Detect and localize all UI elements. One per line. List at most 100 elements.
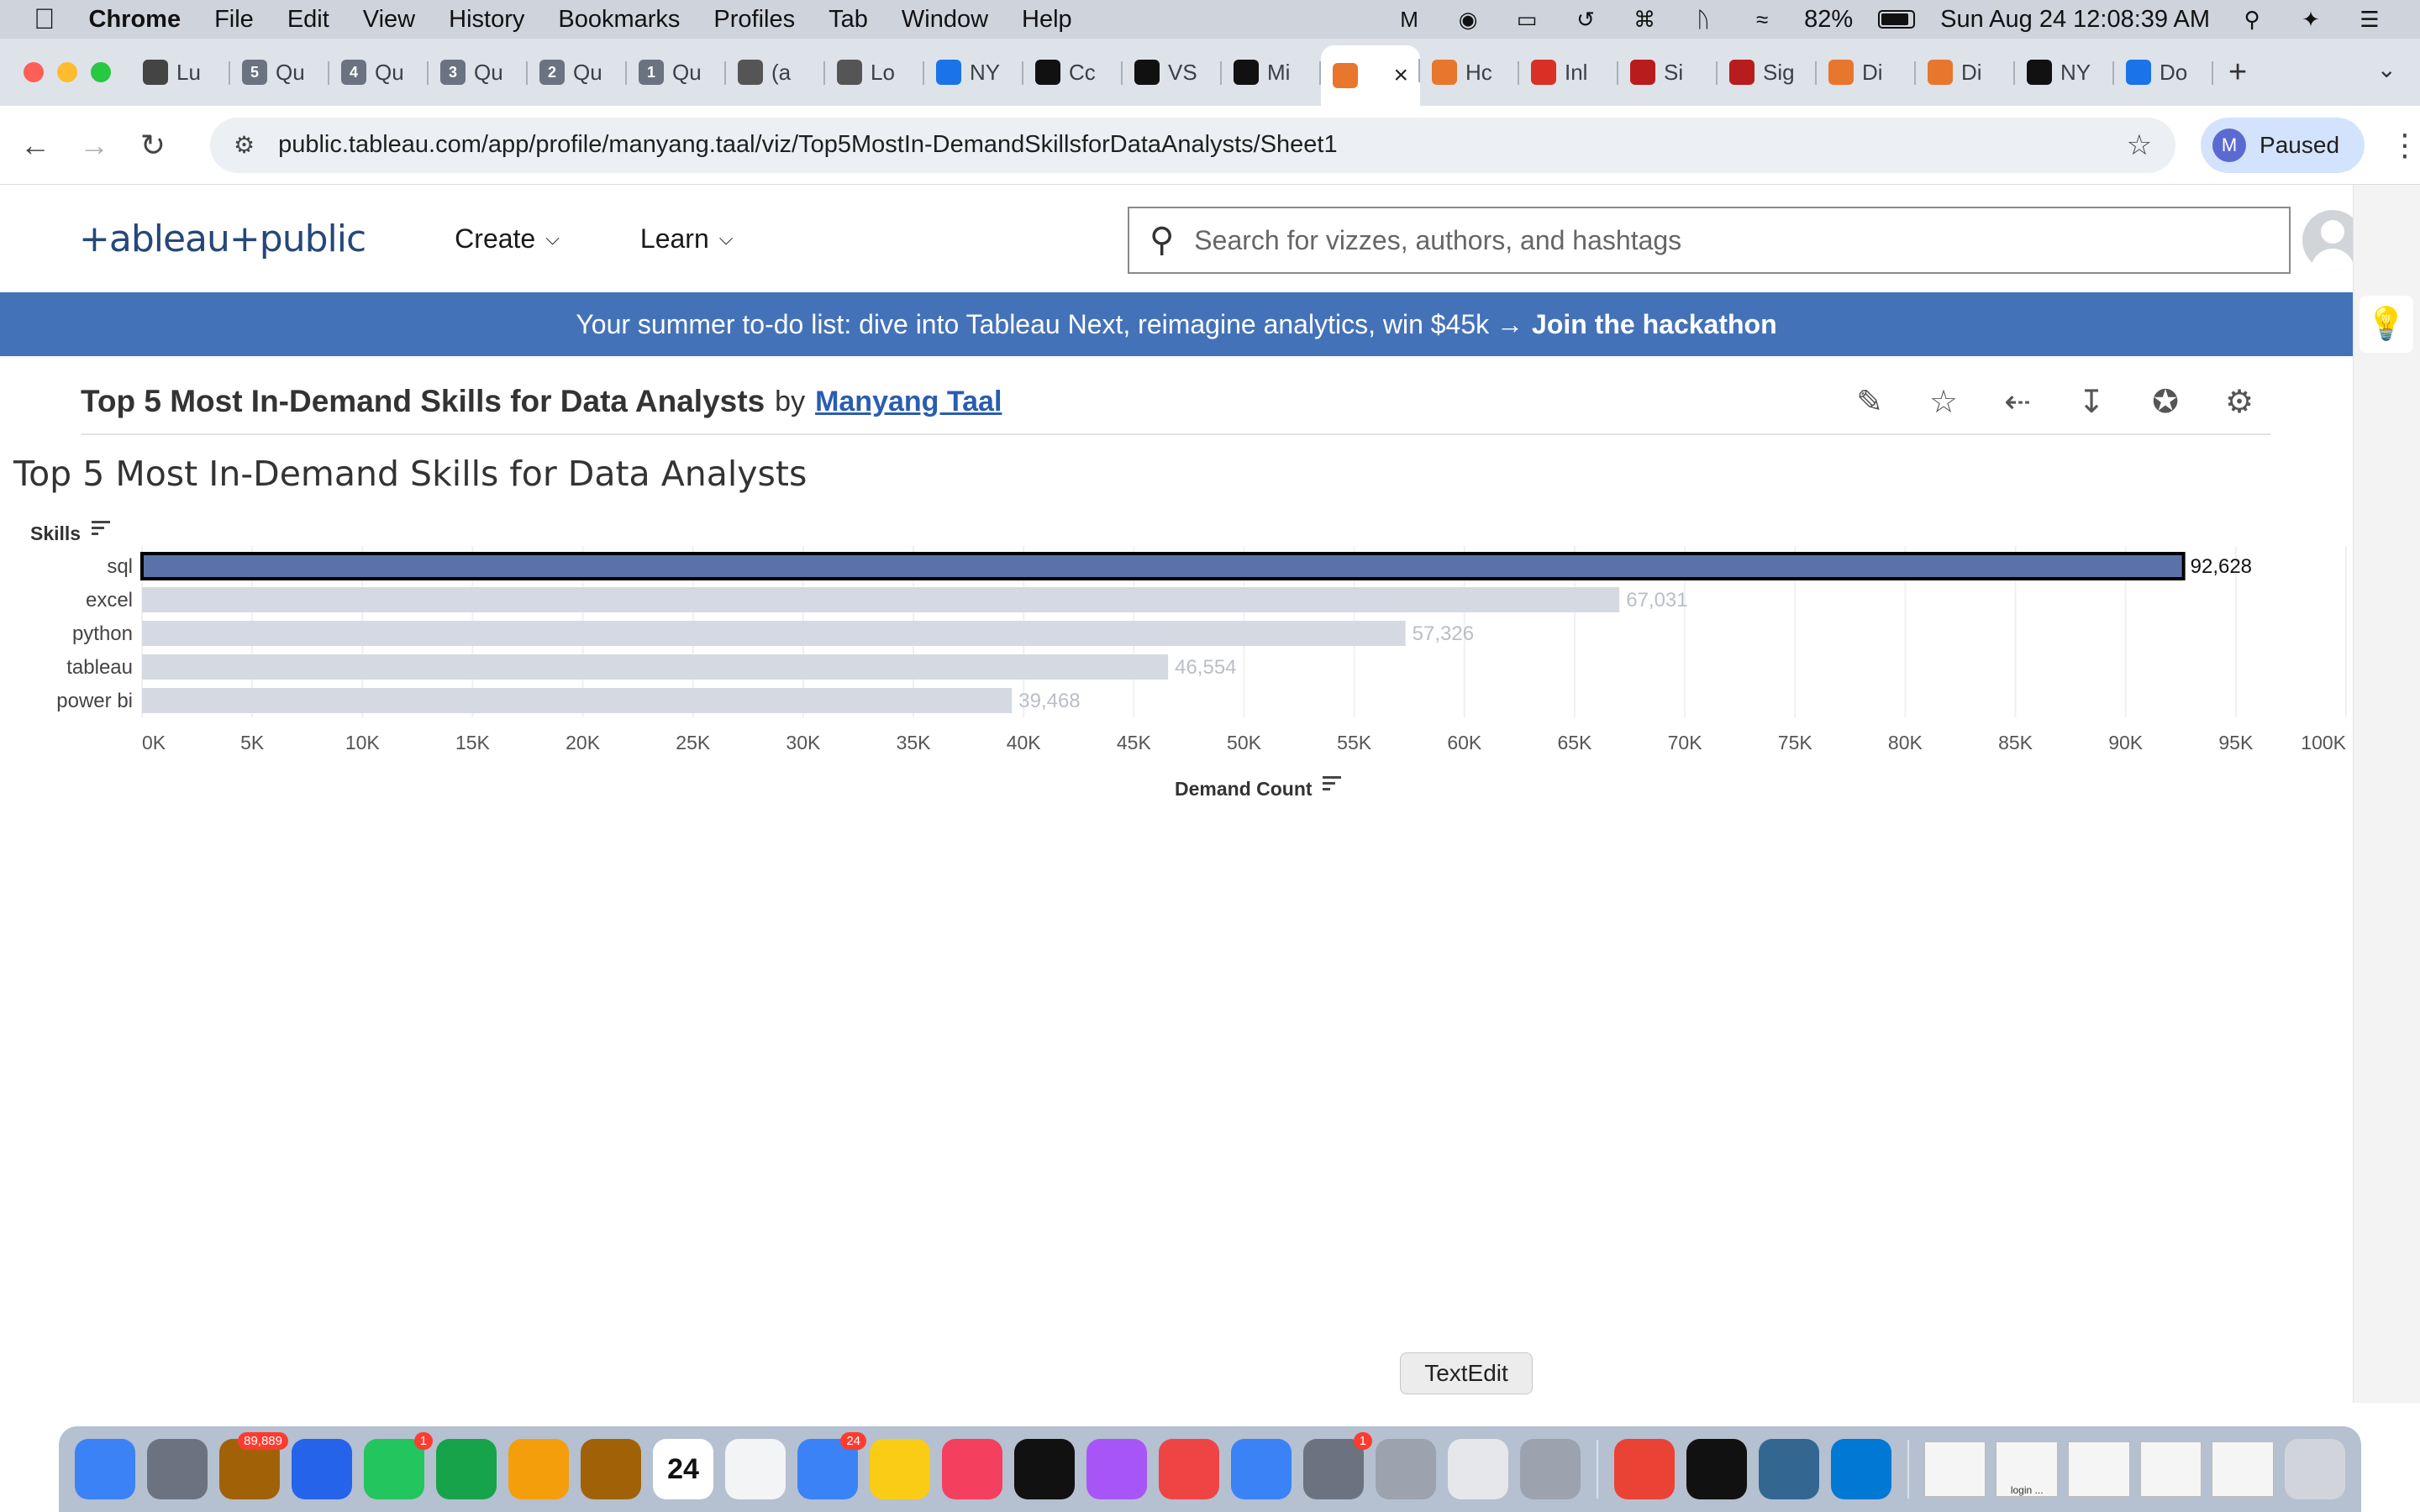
textedit-icon[interactable] — [1448, 1439, 1508, 1499]
tableau-public-logo[interactable]: +ableau+public — [79, 218, 366, 260]
spotlight-search-icon[interactable]: ⚲ — [2235, 7, 2269, 32]
gmail-status-icon[interactable]: M — [1392, 7, 1426, 32]
wifi-icon[interactable]: ≈ — [1745, 7, 1779, 32]
appstore-icon[interactable] — [1231, 1439, 1292, 1499]
dock-window-thumbnail[interactable] — [2212, 1441, 2275, 1497]
help-icon[interactable] — [1376, 1439, 1436, 1499]
bar-excel[interactable] — [142, 587, 1620, 612]
contacts-icon[interactable] — [581, 1439, 641, 1499]
finder-icon[interactable] — [75, 1439, 135, 1499]
tab[interactable]: (a — [726, 48, 825, 97]
bar-power-bi[interactable] — [142, 688, 1013, 713]
facetime-icon[interactable]: 1 — [364, 1432, 433, 1499]
safari-icon[interactable] — [292, 1439, 352, 1499]
viz-author-link[interactable]: Manyang Taal — [815, 386, 1002, 418]
favorite-star-icon[interactable]: ☆ — [1926, 383, 1961, 421]
messages-icon[interactable]: 24 — [797, 1432, 866, 1499]
bar-tableau[interactable] — [142, 654, 1169, 680]
profile-button[interactable]: M Paused — [2201, 117, 2365, 173]
dock-window-thumbnail[interactable] — [2139, 1441, 2202, 1497]
tab[interactable]: Hc — [1420, 48, 1519, 97]
apple-icon[interactable]:  — [34, 3, 55, 36]
maps-icon[interactable] — [436, 1439, 497, 1499]
menu-profiles[interactable]: Profiles — [713, 6, 795, 34]
lightbulb-icon[interactable]: 💡 — [2360, 296, 2413, 353]
menu-edit[interactable]: Edit — [287, 6, 329, 34]
tab[interactable]: Di — [1916, 48, 2015, 97]
bookmark-star-icon[interactable]: ☆ — [2127, 129, 2152, 162]
badge-icon[interactable]: ✪ — [2148, 383, 2183, 421]
tab[interactable]: 5 Qu — [230, 48, 329, 97]
chrome-icon[interactable] — [1613, 1439, 1675, 1499]
control-center-icon[interactable]: ☰ — [2353, 7, 2386, 32]
tv-icon[interactable] — [1014, 1439, 1075, 1499]
dock-window-thumbnail[interactable] — [1923, 1441, 1986, 1497]
tab[interactable]: 4 Qu — [329, 48, 429, 97]
bar-python[interactable] — [142, 621, 1406, 646]
tab[interactable]: 2 Qu — [528, 48, 627, 97]
edit-viz-icon[interactable]: ✎ — [1852, 383, 1887, 421]
news-icon[interactable] — [1159, 1439, 1219, 1499]
menu-file[interactable]: File — [214, 6, 254, 34]
tab[interactable]: Do — [2114, 48, 2213, 97]
tab[interactable]: Sig — [1718, 48, 1817, 97]
tab[interactable]: NY — [2015, 48, 2114, 97]
tab[interactable]: VS — [1123, 48, 1222, 97]
terminal-icon[interactable] — [1686, 1439, 1747, 1499]
site-info-icon[interactable]: ⚙ — [234, 131, 255, 159]
calendar-icon[interactable]: 24 — [653, 1439, 713, 1499]
tab[interactable]: Inl — [1519, 48, 1618, 97]
dock-window-thumbnail[interactable]: login ... — [1996, 1441, 2059, 1497]
tab[interactable]: Di — [1817, 48, 1916, 97]
bar-sql[interactable] — [140, 552, 2186, 580]
keyboard-icon[interactable]: ⌘ — [1628, 7, 1661, 32]
settings-gear-icon[interactable]: ⚙ — [2222, 383, 2257, 421]
chrome-menu-icon[interactable]: ⋮ — [2390, 128, 2420, 163]
tab[interactable]: NY — [924, 48, 1023, 97]
reminders-icon[interactable] — [725, 1439, 786, 1499]
x-axis-header[interactable]: Demand Count — [1175, 776, 1341, 801]
tab[interactable]: 3 Qu — [429, 48, 528, 97]
menu-history[interactable]: History — [449, 6, 524, 34]
forward-button[interactable]: → — [71, 128, 118, 163]
tab[interactable]: Lo — [825, 48, 924, 97]
bluetooth-icon[interactable]: ᚢ — [1686, 7, 1720, 32]
menu-bookmarks[interactable]: Bookmarks — [558, 6, 680, 34]
siri-icon[interactable]: ✦ — [2294, 7, 2328, 32]
menu-help[interactable]: Help — [1022, 6, 1072, 34]
tab-active[interactable]: × — [1321, 45, 1420, 106]
menubar-clock[interactable]: Sun Aug 24 12:08:39 AM — [1940, 6, 2210, 34]
nav-create[interactable]: Create ⌵ — [455, 223, 560, 255]
mail-stamp-icon[interactable]: 89,889 — [219, 1432, 288, 1499]
close-tab-icon[interactable]: × — [1393, 61, 1408, 90]
tab[interactable]: Lu — [131, 48, 230, 97]
dock-window-thumbnail[interactable] — [2068, 1441, 2130, 1497]
tab[interactable]: Si — [1618, 48, 1718, 97]
help-icon[interactable] — [1520, 1439, 1581, 1499]
site-search-input[interactable]: ⚲ Search for vizzes, authors, and hashta… — [1128, 207, 2291, 274]
address-bar[interactable]: ⚙ public.tableau.com/app/profile/manyang… — [209, 117, 2176, 173]
notes-icon[interactable] — [870, 1439, 930, 1499]
url-text[interactable]: public.tableau.com/app/profile/manyang.t… — [278, 131, 1338, 159]
postgres-icon[interactable] — [1758, 1439, 1819, 1499]
vscode-icon[interactable] — [1830, 1439, 1891, 1499]
airplay-icon[interactable]: ▭ — [1510, 7, 1544, 32]
sort-icon[interactable] — [91, 521, 110, 538]
reload-button[interactable]: ↻ — [129, 128, 176, 163]
tab[interactable]: Mi — [1222, 48, 1321, 97]
music-icon[interactable] — [942, 1439, 1002, 1499]
tab[interactable]: 1 Qu — [627, 48, 726, 97]
podcasts-icon[interactable] — [1086, 1439, 1147, 1499]
menu-window[interactable]: Window — [902, 6, 988, 34]
close-window-button[interactable] — [24, 62, 44, 82]
menu-app-name[interactable]: Chrome — [89, 6, 182, 34]
trash-icon[interactable] — [2285, 1439, 2346, 1499]
launchpad-icon[interactable] — [147, 1439, 208, 1499]
menu-tab[interactable]: Tab — [829, 6, 868, 34]
new-tab-button[interactable]: + — [2228, 55, 2247, 91]
minimize-window-button[interactable] — [57, 62, 77, 82]
creative-cloud-icon[interactable]: ◉ — [1451, 7, 1485, 32]
share-icon[interactable]: ⇠ — [2000, 383, 2035, 421]
nav-learn[interactable]: Learn ⌵ — [640, 223, 734, 255]
download-icon[interactable]: ↧ — [2074, 383, 2109, 421]
